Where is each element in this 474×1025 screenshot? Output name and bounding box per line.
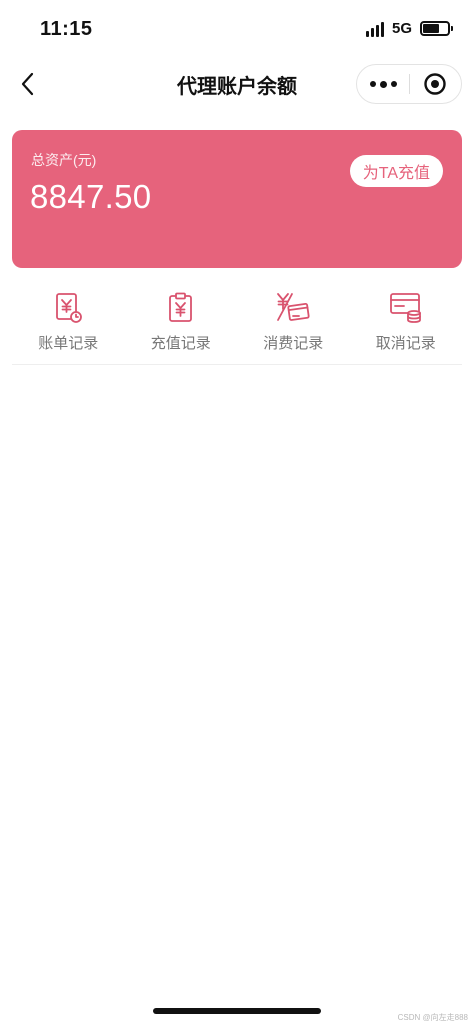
menu-item-recharge-record[interactable]: 充值记录 [125,290,238,364]
watermark: CSDN @向左走888 [397,1013,468,1022]
total-assets-value: 8847.50 [30,178,152,215]
cancel-record-icon [388,290,424,326]
asset-card: 总资产(元) 8847.50 为TA充值 [12,130,462,268]
target-close-icon [424,73,447,95]
bill-record-icon [50,290,86,326]
more-dots-icon [369,80,397,88]
menu-item-consumption-record[interactable]: 消费记录 [237,290,350,364]
home-indicator[interactable] [153,1008,321,1014]
recharge-for-ta-button[interactable]: 为TA充值 [349,155,443,187]
more-button[interactable] [357,65,409,103]
consumption-record-icon [275,290,311,326]
network-label: 5G [391,20,412,37]
status-bar: 11:15 5G [0,0,474,58]
signal-icon [365,21,384,37]
nav-bar: 代理账户余额 [0,58,474,110]
menu-item-cancel-record[interactable]: 取消记录 [350,290,463,364]
recharge-record-icon [163,290,199,326]
total-assets-label: 总资产(元) [31,152,97,168]
mini-program-capsule [356,64,462,104]
menu-label-cancel-record: 取消记录 [375,335,436,352]
menu-label-consumption-record: 消费记录 [263,335,324,352]
menu-item-bill-record[interactable]: 账单记录 [12,290,125,364]
menu-label-bill-record: 账单记录 [38,335,99,352]
status-icons: 5G [365,20,453,37]
status-time: 11:15 [40,18,93,40]
section-divider [12,364,462,365]
battery-level [423,24,439,33]
record-menu: 账单记录 充值记录 消费记录 取消记录 [12,290,462,364]
menu-label-recharge-record: 充值记录 [150,335,211,352]
close-button[interactable] [410,65,461,103]
battery-icon [420,21,453,36]
